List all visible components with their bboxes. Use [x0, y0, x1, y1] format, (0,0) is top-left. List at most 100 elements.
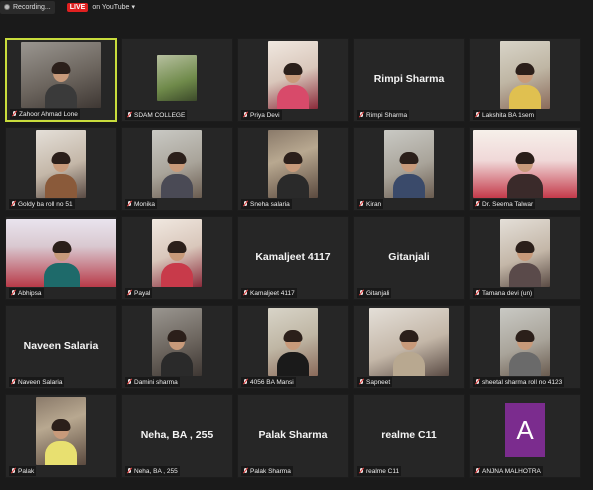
participant-name-label: Damini sharma [125, 377, 180, 387]
recording-label: Recording... [13, 3, 51, 11]
participant-name: realme C11 [366, 467, 400, 475]
participant-tile[interactable]: Dr. Seema Talwar [469, 127, 581, 211]
participant-silhouette [277, 330, 309, 376]
participant-tile[interactable]: Zahoor Ahmad Lone [5, 38, 117, 122]
participant-name: SDAM COLLEGE [134, 111, 186, 119]
participant-display-name: Kamaljeet 4117 [255, 251, 331, 263]
participant-tile[interactable]: Damini sharma [121, 305, 233, 389]
live-badge[interactable]: LIVE [66, 2, 89, 12]
participant-name-label: Sneha salaria [241, 199, 292, 209]
participant-name: Neha, BA , 255 [134, 467, 178, 475]
participant-name-label: Abhipsa [9, 288, 44, 298]
participant-name: Rimpi Sharma [366, 111, 408, 119]
youtube-label: on YouTube [92, 3, 130, 11]
youtube-stream-menu[interactable]: on YouTube ▾ [92, 3, 135, 12]
participant-video [268, 308, 318, 376]
participant-name-label: Gitanjali [357, 288, 392, 298]
participant-name: Kiran [366, 200, 382, 208]
muted-mic-icon [243, 378, 248, 386]
muted-mic-icon [127, 289, 132, 297]
participant-name: Dr. Seema Talwar [482, 200, 534, 208]
participant-silhouette [161, 330, 193, 376]
muted-mic-icon [359, 111, 364, 119]
participant-silhouette [45, 62, 77, 108]
participant-tile[interactable]: Lakshita BA 1sem [469, 38, 581, 122]
participant-name: ANJNA MALHOTRA [482, 467, 541, 475]
participant-name-label: realme C11 [357, 466, 402, 476]
participant-video [152, 130, 202, 198]
participant-video [384, 130, 434, 198]
muted-mic-icon [243, 200, 248, 208]
participant-video [369, 308, 449, 376]
participant-name: Zahoor Ahmad Lone [19, 110, 78, 118]
participant-tile[interactable]: Tamana devi (un) [469, 216, 581, 300]
top-bar: Recording... LIVE on YouTube ▾ [0, 0, 593, 14]
participant-name-label: sheetal sharma roll no 4123 [473, 377, 565, 387]
participant-tile[interactable]: realme C11 realme C11 [353, 394, 465, 478]
participant-gallery: Zahoor Ahmad Lone SDAM COLLEGE Priya Dev… [5, 38, 583, 478]
participant-name: Abhipsa [18, 289, 42, 297]
participant-name-label: Palak [9, 466, 37, 476]
participant-name: Damini sharma [134, 378, 178, 386]
participant-silhouette [393, 152, 425, 198]
muted-mic-icon [359, 378, 364, 386]
participant-name: Palak [18, 467, 35, 475]
participant-silhouette [44, 241, 80, 287]
participant-tile[interactable]: Gitanjali Gitanjali [353, 216, 465, 300]
participant-name: Sapneet [366, 378, 391, 386]
participant-name: Kamaljeet 4117 [250, 289, 295, 297]
muted-mic-icon [127, 378, 132, 386]
participant-avatar: A [505, 403, 545, 457]
participant-tile[interactable]: Neha, BA , 255 Neha, BA , 255 [121, 394, 233, 478]
participant-name-label: Kiran [357, 199, 384, 209]
participant-tile[interactable]: Sapneet [353, 305, 465, 389]
participant-tile[interactable]: Kamaljeet 4117 Kamaljeet 4117 [237, 216, 349, 300]
participant-name-label: Sapneet [357, 377, 393, 387]
participant-tile[interactable]: Kiran [353, 127, 465, 211]
record-icon [4, 4, 10, 10]
participant-video [268, 130, 318, 198]
participant-display-name: Naveen Salaria [23, 340, 99, 352]
participant-silhouette [161, 152, 193, 198]
participant-display-name: Neha, BA , 255 [140, 429, 214, 441]
participant-tile[interactable]: Priya Devi [237, 38, 349, 122]
participant-tile[interactable]: sheetal sharma roll no 4123 [469, 305, 581, 389]
muted-mic-icon [475, 378, 480, 386]
participant-tile[interactable]: SDAM COLLEGE [121, 38, 233, 122]
participant-tile[interactable]: Sneha salaria [237, 127, 349, 211]
participant-tile[interactable]: Naveen Salaria Naveen Salaria [5, 305, 117, 389]
participant-tile[interactable]: Palak [5, 394, 117, 478]
participant-name-label: Palak Sharma [241, 466, 293, 476]
muted-mic-icon [243, 289, 248, 297]
participant-video [500, 41, 550, 109]
participant-name-label: Kamaljeet 4117 [241, 288, 297, 298]
participant-video [268, 41, 318, 109]
participant-video [473, 130, 577, 198]
participant-tile[interactable]: Goldy ba roll no 51 [5, 127, 117, 211]
participant-name: Lakshita BA 1sem [482, 111, 535, 119]
participant-name-label: Goldy ba roll no 51 [9, 199, 75, 209]
participant-name-label: Monika [125, 199, 157, 209]
participant-tile[interactable]: Rimpi Sharma Rimpi Sharma [353, 38, 465, 122]
participant-name-label: Neha, BA , 255 [125, 466, 180, 476]
participant-silhouette [509, 330, 541, 376]
participant-tile[interactable]: 4056 BA Mansi [237, 305, 349, 389]
participant-tile[interactable]: Palak Sharma Palak Sharma [237, 394, 349, 478]
participant-tile[interactable]: Monika [121, 127, 233, 211]
participant-tile[interactable]: Abhipsa [5, 216, 117, 300]
participant-display-name: Gitanjali [388, 251, 430, 263]
participant-silhouette [509, 63, 541, 109]
recording-indicator[interactable]: Recording... [0, 0, 55, 14]
participant-tile[interactable]: Payal [121, 216, 233, 300]
muted-mic-icon [359, 200, 364, 208]
participant-name: Tamana devi (un) [482, 289, 533, 297]
muted-mic-icon [11, 289, 16, 297]
participant-silhouette [45, 419, 77, 465]
participant-tile[interactable]: A ANJNA MALHOTRA [469, 394, 581, 478]
muted-mic-icon [127, 111, 132, 119]
participant-name-label: Priya Devi [241, 110, 282, 120]
participant-name-label: Dr. Seema Talwar [473, 199, 536, 209]
participant-video [157, 55, 197, 101]
participant-silhouette [393, 330, 425, 376]
muted-mic-icon [11, 467, 16, 475]
